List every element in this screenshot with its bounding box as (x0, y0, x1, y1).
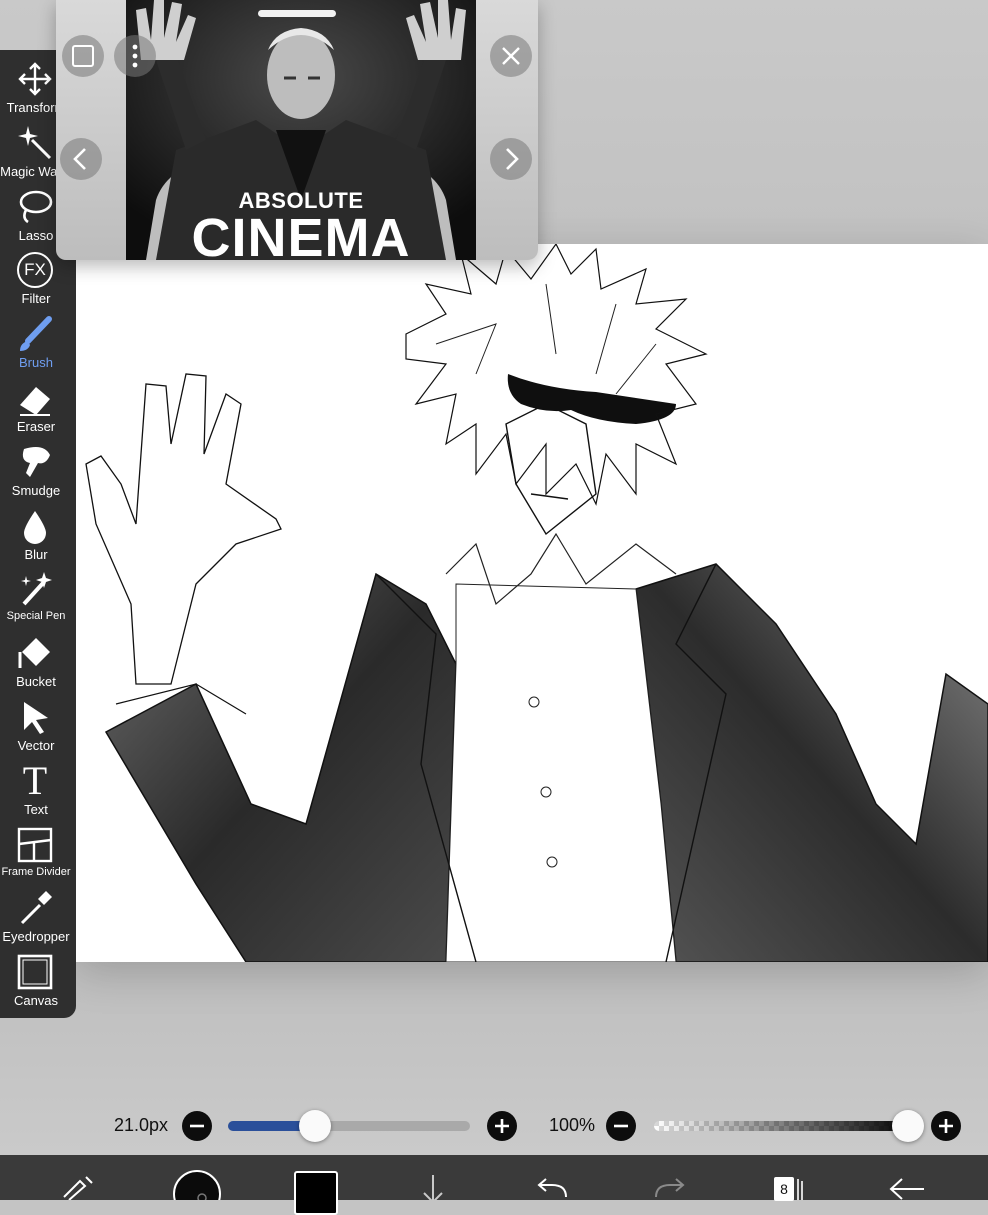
tool-label: Filter (21, 291, 51, 307)
tool-label: Brush (19, 355, 53, 371)
tool-smudge[interactable]: Smudge (0, 441, 72, 503)
move-arrows-icon (16, 60, 54, 98)
brush-size-value: 21.0px (114, 1115, 169, 1135)
brush-preview-icon (173, 1170, 221, 1215)
reference-drag-handle[interactable] (258, 10, 336, 17)
plus-icon (939, 1119, 953, 1133)
layers-button[interactable]: 8 (764, 1155, 808, 1201)
brush-sliders: 21.0px 100% (0, 1106, 988, 1146)
opacity-value: 100% (549, 1115, 596, 1135)
tool-frame-divider[interactable]: Frame Divider (0, 824, 72, 886)
minus-icon (190, 1124, 204, 1128)
vector-cursor-icon (16, 698, 54, 736)
tool-label: Blur (24, 546, 48, 562)
brush-settings-icon (63, 1176, 93, 1201)
brush-settings-button[interactable] (58, 1171, 98, 1201)
brush-size-decrease-button[interactable] (182, 1111, 212, 1141)
tool-label: Eyedropper (2, 929, 70, 945)
reference-menu-button[interactable] (114, 35, 156, 77)
tool-label: Special Pen (6, 610, 66, 623)
back-arrow-icon (889, 1178, 924, 1200)
reference-window[interactable]: ABSOLUTE CINEMA (56, 0, 538, 260)
tool-canvas[interactable]: Canvas (0, 951, 72, 1013)
blur-drop-icon (16, 507, 54, 545)
text-icon: T (16, 757, 54, 803)
tool-label: Text (24, 801, 48, 817)
download-arrow-icon (423, 1175, 443, 1204)
bucket-icon (16, 634, 54, 672)
tool-text[interactable]: T Text (0, 760, 72, 822)
layer-count: 8 (774, 1177, 794, 1201)
opacity-decrease-button[interactable] (606, 1111, 636, 1141)
brush-size-thumb[interactable] (299, 1110, 332, 1142)
tool-label: Vector (17, 738, 55, 753)
color-swatch-icon (294, 1171, 338, 1215)
tool-label: Eraser (16, 419, 56, 434)
tool-special-pen[interactable]: Special Pen (0, 568, 72, 630)
drawing-canvas[interactable] (76, 244, 988, 962)
tool-bucket[interactable]: Bucket (0, 632, 72, 694)
color-swatch-button[interactable] (294, 1171, 338, 1215)
tool-brush[interactable]: Brush (0, 313, 72, 375)
square-frame-icon (72, 45, 94, 67)
special-pen-icon (16, 570, 54, 608)
reference-next-button[interactable] (490, 138, 532, 180)
brush-size-slider[interactable] (228, 1121, 470, 1131)
reference-prev-button[interactable] (60, 138, 102, 180)
brush-icon (16, 315, 54, 353)
lasso-icon (16, 188, 54, 226)
opacity-thumb[interactable] (892, 1110, 924, 1142)
reference-close-button[interactable] (490, 35, 532, 77)
fx-filter-icon: FX (16, 251, 54, 289)
redo-icon (655, 1178, 685, 1198)
smudge-icon (16, 443, 54, 481)
reference-caption-main: CINEMA (191, 208, 411, 260)
tool-blur[interactable]: Blur (0, 505, 72, 567)
download-button[interactable] (418, 1173, 448, 1204)
tool-glyph: T (22, 757, 48, 803)
opacity-increase-button[interactable] (931, 1111, 961, 1141)
frame-divider-icon (16, 826, 54, 864)
artwork (85, 244, 988, 962)
plus-icon (495, 1119, 509, 1133)
tool-eraser[interactable]: Eraser (0, 377, 72, 439)
chevron-right-icon (506, 148, 519, 170)
close-icon (502, 47, 520, 65)
chevron-left-icon (73, 148, 86, 170)
undo-button[interactable] (534, 1175, 570, 1200)
tool-label: Smudge (11, 482, 61, 498)
opacity-slider[interactable] (654, 1121, 914, 1131)
reference-fit-button[interactable] (62, 35, 104, 77)
tool-eyedropper[interactable]: Eyedropper (0, 887, 72, 949)
reference-image: ABSOLUTE CINEMA (126, 0, 476, 260)
tool-glyph: FX (24, 260, 46, 280)
back-button[interactable] (886, 1175, 926, 1200)
minus-icon (614, 1124, 628, 1128)
eyedropper-icon (16, 889, 54, 927)
canvas-icon (16, 953, 54, 991)
tool-vector[interactable]: Vector (0, 696, 72, 758)
tool-label: Canvas (13, 993, 59, 1009)
eraser-icon (16, 379, 54, 417)
bottom-toolbar: 8 (0, 1155, 988, 1215)
redo-button[interactable] (652, 1175, 688, 1200)
tool-label: Bucket (16, 674, 56, 690)
more-vertical-icon (132, 44, 138, 68)
tool-label: Frame Divider (1, 865, 71, 878)
brush-size-increase-button[interactable] (487, 1111, 517, 1141)
magic-wand-icon (16, 124, 54, 162)
brush-preview-button[interactable] (172, 1169, 222, 1215)
undo-icon (537, 1178, 567, 1198)
